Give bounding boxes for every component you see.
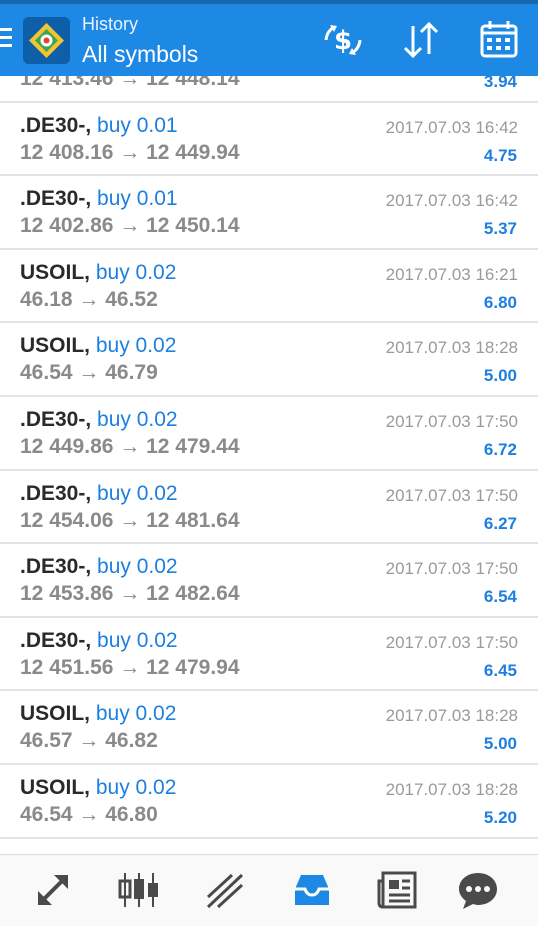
trade-row[interactable]: USOIL, buy 0.02 46.54 → 46.80 2017.07.03 1… bbox=[0, 765, 538, 839]
trade-prices: 46.54 → 46.80 bbox=[20, 803, 158, 826]
trade-side: buy 0.02 bbox=[95, 702, 177, 726]
trade-side: buy 0.02 bbox=[95, 334, 177, 358]
trade-profit: 4.75 bbox=[483, 145, 517, 165]
trade-side: buy 0.01 bbox=[97, 113, 178, 137]
trade-prices: 12 453.86 → 12 482.64 bbox=[20, 582, 240, 606]
trade-prices: 12 449.86 → 12 479.44 bbox=[20, 435, 240, 458]
symbol-name: .DE30- bbox=[20, 628, 86, 652]
trade-symbol: USOIL, buy 0.02 bbox=[20, 702, 177, 726]
trade-profit: 6.27 bbox=[483, 513, 517, 533]
trade-symbol: .DE30-, buy 0.02 bbox=[20, 628, 178, 652]
symbol-name: USOIL bbox=[20, 702, 85, 726]
trade-time: 2017.07.03 16:21 bbox=[385, 264, 518, 284]
symbol-name: .DE30- bbox=[20, 187, 86, 211]
trade-symbol: .DE30-, buy 0.01 bbox=[20, 187, 178, 211]
trade-time: 2017.07.03 17:50 bbox=[385, 485, 518, 505]
trade-profit: 6.72 bbox=[483, 440, 517, 459]
news-icon[interactable] bbox=[375, 867, 421, 913]
calendar-icon[interactable] bbox=[476, 18, 522, 62]
page-title: History bbox=[82, 14, 139, 34]
app-header: History All symbols $ bbox=[0, 0, 538, 76]
trade-row[interactable]: USOIL, buy 0.02 46.57 → 46.82 2017.07.03 1… bbox=[0, 691, 538, 765]
trade-row[interactable]: .DE30-, buy 0.01 12 408.16 → 12 449.94 201… bbox=[0, 103, 538, 177]
symbol-name: USOIL bbox=[20, 334, 85, 358]
trade-time: 2017.07.03 18:28 bbox=[385, 706, 518, 726]
trade-time: 2017.07.03 18:28 bbox=[385, 780, 518, 799]
trade-icon[interactable] bbox=[202, 867, 248, 913]
trade-row[interactable]: USOIL, buy 0.02 46.18 → 46.52 2017.07.03 1… bbox=[0, 250, 538, 324]
bottom-navigation bbox=[0, 854, 538, 926]
trade-time: 2017.07.03 17:50 bbox=[385, 412, 518, 431]
trade-side: buy 0.02 bbox=[97, 555, 178, 579]
trade-symbol: .DE30-, buy 0.02 bbox=[20, 555, 178, 579]
trade-profit: 6.54 bbox=[483, 587, 517, 607]
trade-side: buy 0.02 bbox=[97, 628, 178, 652]
symbol-name: .DE30- bbox=[20, 481, 86, 505]
symbol-name: USOIL bbox=[20, 776, 85, 799]
trade-row[interactable]: USOIL, buy 0.02 46.54 → 46.79 2017.07.03 1… bbox=[0, 323, 538, 397]
trade-prices: 12 451.56 → 12 479.94 bbox=[20, 655, 240, 679]
symbol-name: .DE30- bbox=[20, 408, 86, 431]
status-strip bbox=[0, 0, 538, 4]
trade-prices: 12 408.16 → 12 449.94 bbox=[20, 140, 240, 164]
trade-time: 2017.07.03 16:42 bbox=[385, 117, 518, 137]
trade-side: buy 0.01 bbox=[97, 187, 178, 211]
quotes-icon[interactable] bbox=[30, 867, 76, 913]
trade-symbol: .DE30-, buy 0.01 bbox=[20, 113, 178, 137]
trade-time: 2017.07.03 17:50 bbox=[385, 559, 518, 579]
symbol-name: .DE30- bbox=[20, 555, 86, 579]
trade-row[interactable]: .DE30-, buy 0.01 12 402.86 → 12 450.14 201… bbox=[0, 176, 538, 250]
trade-profit: 6.45 bbox=[483, 660, 517, 680]
history-icon[interactable] bbox=[289, 867, 335, 913]
trade-prices: 12 413.46 → 12 448.14 bbox=[20, 76, 240, 90]
symbol-name: USOIL bbox=[20, 260, 85, 284]
trade-profit: 6.80 bbox=[483, 292, 517, 312]
chat-icon[interactable] bbox=[455, 867, 501, 913]
chart-icon[interactable] bbox=[116, 867, 162, 913]
trade-row[interactable]: .DE30-, buy 0.0112 413.46 → 12 448.14201… bbox=[0, 76, 538, 103]
trade-row[interactable]: .DE30-, buy 0.02 12 453.86 → 12 482.64 201… bbox=[0, 544, 538, 618]
trade-time: 2017.07.03 18:28 bbox=[385, 338, 518, 358]
menu-icon[interactable] bbox=[0, 28, 14, 50]
trade-prices: 12 402.86 → 12 450.14 bbox=[20, 214, 240, 238]
trade-symbol: USOIL, buy 0.02 bbox=[20, 334, 177, 358]
app-logo bbox=[23, 17, 70, 64]
deposit-icon[interactable]: $ bbox=[320, 18, 366, 62]
trade-profit: 5.00 bbox=[483, 366, 517, 386]
trade-row[interactable]: .DE30-, buy 0.02 12 449.86 → 12 479.44 201… bbox=[0, 397, 538, 471]
svg-text:$: $ bbox=[334, 26, 352, 56]
trade-profit: 5.37 bbox=[483, 219, 517, 239]
trade-prices: 46.18 → 46.52 bbox=[20, 287, 158, 311]
trade-profit: 3.94 bbox=[483, 76, 517, 91]
sort-icon[interactable] bbox=[398, 18, 444, 62]
trade-row[interactable]: .DE30-, buy 0.02 12 451.56 → 12 479.94 201… bbox=[0, 618, 538, 692]
trade-time: 2017.07.03 17:50 bbox=[385, 632, 518, 652]
trade-history-list[interactable]: .DE30-, buy 0.01 12 413.46 → 12 448.14 201… bbox=[0, 76, 538, 854]
trade-side: buy 0.02 bbox=[95, 260, 177, 284]
trade-prices: 46.54 → 46.79 bbox=[20, 361, 158, 385]
trade-profit: 5.00 bbox=[483, 734, 517, 754]
trade-symbol: .DE30-, buy 0.02 bbox=[20, 481, 178, 505]
trade-time: 2017.07.03 16:42 bbox=[385, 191, 518, 211]
trade-side: buy 0.02 bbox=[97, 481, 178, 505]
symbol-name: .DE30- bbox=[20, 113, 86, 137]
trade-symbol: .DE30-, buy 0.02 bbox=[20, 408, 178, 431]
trade-prices: 12 454.06 → 12 481.64 bbox=[20, 508, 240, 532]
trade-side: buy 0.02 bbox=[95, 776, 177, 799]
trade-profit: 5.20 bbox=[483, 808, 517, 827]
trade-side: buy 0.02 bbox=[97, 408, 178, 431]
trade-symbol: USOIL, buy 0.02 bbox=[20, 260, 177, 284]
trade-row[interactable]: .DE30-, buy 0.02 12 454.06 → 12 481.64 201… bbox=[0, 471, 538, 545]
trade-prices: 46.57 → 46.82 bbox=[20, 729, 158, 753]
trade-symbol: USOIL, buy 0.02 bbox=[20, 776, 177, 799]
symbol-filter[interactable]: All symbols bbox=[82, 41, 198, 68]
